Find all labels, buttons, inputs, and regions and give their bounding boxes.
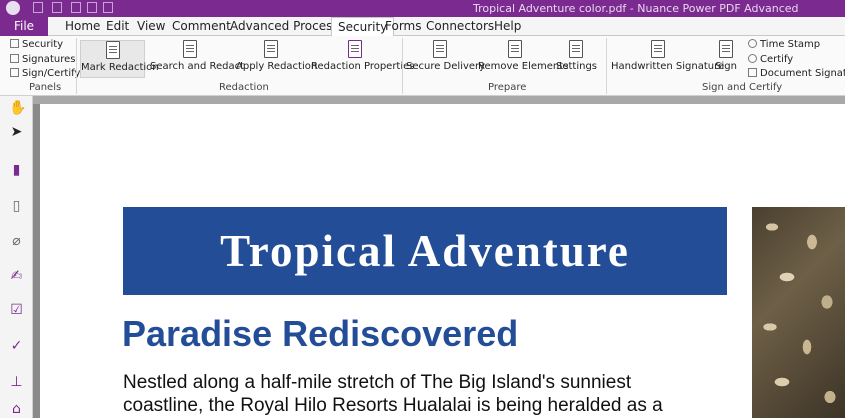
group-label-sign-certify: Sign and Certify bbox=[702, 82, 783, 93]
body-text-line: Nestled along a half-mile stretch of The… bbox=[123, 372, 632, 393]
page-icon[interactable]: ▯ bbox=[9, 198, 24, 215]
customize-toolbar-icon[interactable] bbox=[103, 2, 113, 13]
settings-button[interactable]: Settings bbox=[556, 40, 597, 72]
redaction-properties-icon bbox=[347, 40, 362, 58]
tab-home[interactable]: Home bbox=[65, 17, 100, 36]
group-separator bbox=[606, 38, 607, 94]
checkbox-icon[interactable]: ☑ bbox=[9, 302, 24, 319]
ribbon-certify-icon bbox=[748, 54, 757, 63]
lock-icon[interactable]: ⌂ bbox=[9, 401, 24, 418]
sign-certify-panel-icon bbox=[10, 68, 19, 77]
group-separator bbox=[76, 38, 77, 94]
select-arrow-icon[interactable]: ➤ bbox=[9, 124, 24, 141]
document-signatures-icon bbox=[748, 68, 757, 77]
document-title: Tropical Adventure bbox=[220, 226, 630, 276]
group-label-redaction: Redaction bbox=[219, 82, 269, 93]
bookmark-icon[interactable]: ▮ bbox=[9, 162, 24, 179]
mark-redaction-icon bbox=[105, 41, 120, 59]
toolbar-divider bbox=[0, 96, 845, 104]
remove-elements-icon bbox=[507, 40, 522, 58]
panel-sign-certify-button[interactable]: Sign/Certify bbox=[10, 68, 80, 79]
signatures-panel-icon bbox=[10, 54, 19, 63]
sign-icon bbox=[719, 40, 733, 58]
remove-elements-button[interactable]: Remove Elements bbox=[478, 40, 568, 72]
stamp-icon[interactable]: ⊥ bbox=[9, 374, 24, 391]
handwritten-signature-button[interactable]: Handwritten Signature bbox=[611, 40, 724, 72]
tab-view[interactable]: View bbox=[137, 17, 165, 36]
checkmark-icon[interactable]: ✓ bbox=[9, 338, 24, 355]
secure-delivery-icon bbox=[433, 40, 447, 58]
time-stamp-button[interactable]: Time Stamp bbox=[748, 39, 820, 50]
redo-icon[interactable] bbox=[87, 2, 97, 13]
security-panel-icon bbox=[10, 39, 19, 48]
save-icon[interactable] bbox=[33, 2, 43, 13]
document-signatures-button[interactable]: Document Signatures bbox=[748, 68, 845, 79]
tab-forms[interactable]: Forms bbox=[385, 17, 421, 36]
clock-icon bbox=[748, 39, 757, 48]
tab-help[interactable]: Help bbox=[494, 17, 521, 36]
menu-bar: File Home Edit View Comment Advanced Pro… bbox=[0, 17, 845, 37]
attachment-icon[interactable]: ⌀ bbox=[9, 233, 24, 250]
apply-redaction-button[interactable]: Apply Redaction bbox=[236, 40, 317, 72]
undo-icon[interactable] bbox=[71, 2, 81, 13]
group-label-prepare: Prepare bbox=[488, 82, 527, 93]
open-icon[interactable] bbox=[52, 2, 62, 13]
document-subtitle: Paradise Rediscovered bbox=[122, 313, 519, 354]
left-sidebar: ✋ ➤ ▮ ▯ ⌀ ✍ ☑ ✓ ⊥ ⌂ bbox=[0, 96, 33, 418]
title-bar: Tropical Adventure color.pdf - Nuance Po… bbox=[0, 0, 845, 17]
window-title: Tropical Adventure color.pdf - Nuance Po… bbox=[473, 2, 799, 15]
search-and-redact-button[interactable]: Search and Redact bbox=[150, 40, 244, 72]
settings-icon bbox=[569, 40, 583, 58]
app-logo-icon[interactable] bbox=[6, 1, 20, 15]
tab-file[interactable]: File bbox=[0, 17, 48, 36]
panel-security-button[interactable]: Security bbox=[10, 39, 63, 50]
apply-redaction-icon bbox=[264, 40, 278, 58]
signature-icon[interactable]: ✍ bbox=[9, 268, 24, 285]
mark-redaction-button[interactable]: Mark Redaction bbox=[80, 40, 159, 78]
tab-edit[interactable]: Edit bbox=[106, 17, 129, 36]
title-banner: Tropical Adventure bbox=[123, 207, 727, 295]
body-text-line: coastline, the Royal Hilo Resorts Hualal… bbox=[123, 395, 663, 416]
coral-photo bbox=[752, 207, 845, 418]
sign-button[interactable]: Sign bbox=[712, 40, 740, 72]
search-redact-icon bbox=[183, 40, 197, 58]
hand-tool-icon[interactable]: ✋ bbox=[9, 100, 26, 117]
panel-signatures-button[interactable]: Signatures bbox=[10, 54, 75, 65]
tab-connectors[interactable]: Connectors bbox=[426, 17, 494, 36]
tab-comment[interactable]: Comment bbox=[172, 17, 231, 36]
group-label-panels: Panels bbox=[29, 82, 62, 93]
certify-button[interactable]: Certify bbox=[748, 54, 793, 65]
ribbon: Security Signatures Sign/Certify Panels … bbox=[0, 36, 845, 96]
group-separator bbox=[402, 38, 403, 94]
secure-delivery-button[interactable]: Secure Delivery bbox=[406, 40, 485, 72]
redaction-properties-button[interactable]: Redaction Properties bbox=[311, 40, 415, 72]
pen-icon bbox=[651, 40, 665, 58]
